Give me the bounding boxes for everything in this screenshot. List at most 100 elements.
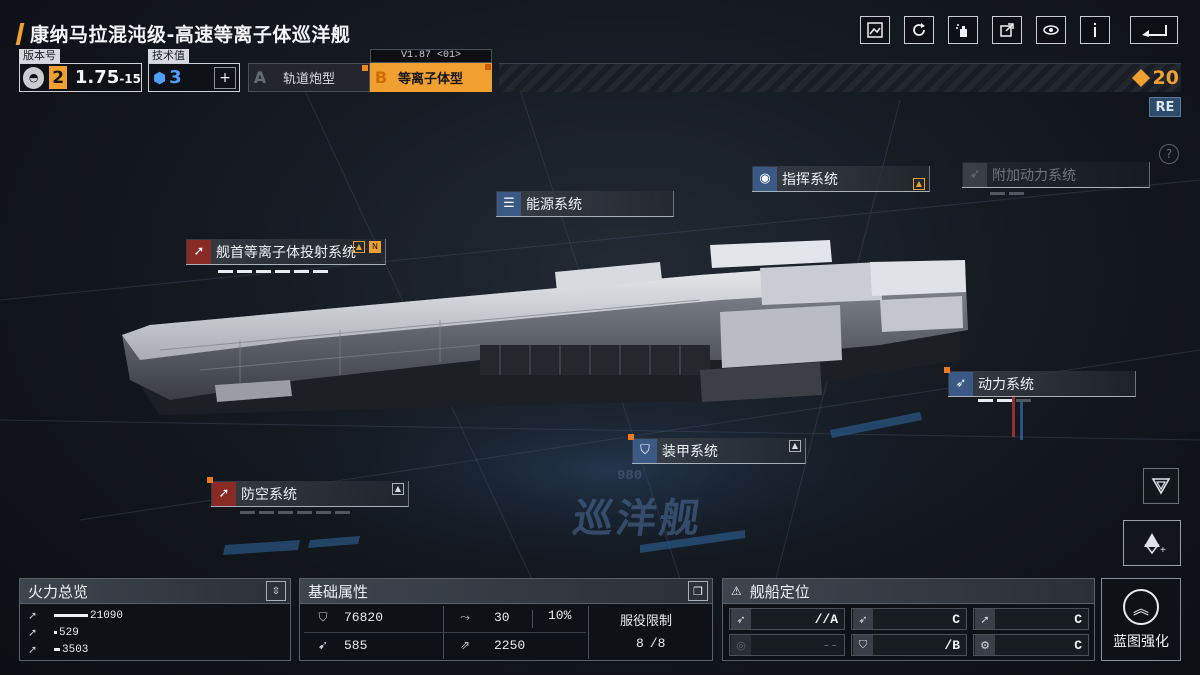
positioning-grid: ➶//A ◎ -- ➶ C ⛉/B ➚ C ⚙ C [723, 604, 1094, 661]
system-air-defense-label: 防空系统 [241, 486, 297, 503]
refresh-icon[interactable] [904, 16, 934, 44]
variant-b-version-tag: V1.87 <01> [370, 49, 492, 63]
formation-icon[interactable] [1143, 468, 1179, 504]
gear-icon: ⚙ [975, 635, 995, 655]
help-icon[interactable]: ? [1159, 144, 1179, 164]
fleet-upgrade-icon[interactable]: + [1123, 520, 1181, 566]
tech-box: ⬢ 3 + [148, 63, 240, 92]
missile-icon: ➚ [28, 643, 38, 656]
variant-a-marker [362, 65, 368, 71]
paint-spray-icon[interactable] [948, 16, 978, 44]
shield-icon: ⛉ [633, 438, 657, 463]
version-value: 1.75-15 [75, 67, 141, 88]
positioning-grade: C [952, 611, 960, 627]
positioning-cell[interactable]: ➚ C [973, 608, 1089, 630]
evasion-pct-value: 10% [548, 608, 572, 623]
attributes-panel: 基础属性 ❐ ⛉ 76820 ➹ 585 ⤳ 30 10% ⇗ 2250 服役限… [299, 578, 713, 661]
firepower-value: 21090 [90, 609, 124, 622]
positioning-cell[interactable]: ⛉ /B [851, 634, 967, 656]
variant-b-letter: B [374, 68, 388, 87]
strike-icon: ➶ [731, 609, 751, 629]
firepower-value: 3503 [62, 643, 89, 656]
evasion-stat: ⤳ 30 [456, 608, 510, 626]
firepower-rows: ➚ 21090 ➚ 529 ➚ 3503 [20, 604, 290, 658]
version-main: 1.75 [74, 67, 120, 88]
view-eye-icon[interactable] [1036, 16, 1066, 44]
system-aux-power[interactable]: ➶ 附加动力系统 [962, 162, 1150, 188]
hp-value: 76820 [344, 609, 384, 625]
divider [304, 632, 586, 633]
re-badge[interactable]: RE [1149, 97, 1181, 117]
tech-add-button[interactable]: + [214, 66, 236, 89]
new-badge-icon: N [369, 241, 381, 253]
evasion-icon: ⤳ [460, 609, 470, 624]
version-number: 2 [49, 66, 67, 89]
service-limit-label: 服役限制 [620, 610, 672, 629]
positioning-title: 舰船定位 [749, 582, 810, 601]
positioning-grade: /B [944, 637, 960, 653]
system-energy[interactable]: ☰ 能源系统 [496, 191, 674, 217]
missile-icon: ➚ [28, 626, 38, 639]
chevron-up-icon: ︽ [1123, 588, 1159, 625]
upgrade-badge-icon: ▲ [789, 440, 801, 452]
positioning-grade: C [1074, 611, 1082, 627]
currency-value: 20 [1152, 67, 1179, 89]
variant-a-tab[interactable]: A 轨道炮型 [248, 63, 370, 92]
back-icon[interactable] [1130, 16, 1178, 44]
gallery-icon[interactable] [860, 16, 890, 44]
firepower-header: 火力总览 ⇳ [20, 579, 290, 604]
system-command-label: 指挥系统 [782, 171, 838, 188]
system-power[interactable]: ➶ 动力系统 [944, 367, 1136, 397]
evasion-value: 30 [494, 609, 510, 625]
engine-icon: ➶ [963, 162, 987, 187]
blueprint-enhance-button[interactable]: ︽ 蓝图强化 [1101, 578, 1181, 661]
detail-window-icon[interactable]: ❐ [688, 581, 708, 601]
system-aux-power-label: 附加动力系统 [992, 167, 1076, 184]
air-defense-slots [240, 511, 350, 514]
version-label: 版本号 [19, 49, 60, 63]
positioning-cell[interactable]: ⚙ C [973, 634, 1089, 656]
positioning-warning-icon: ⚠ [731, 584, 742, 598]
bow-plasma-slots [218, 270, 328, 273]
info-icon[interactable] [1080, 16, 1110, 44]
ship-title-bar: 康纳马拉混沌级-高速等离子体巡洋舰 [15, 20, 350, 47]
system-armor[interactable]: ⛉ 装甲系统 ▲ [628, 434, 806, 464]
firepower-bar [54, 631, 57, 634]
system-power-label: 动力系统 [978, 376, 1034, 393]
positioning-grade: C [1074, 637, 1082, 653]
version-box: ◓ 2 1.75-15 [19, 63, 142, 92]
positioning-cell[interactable]: ➶ //A [729, 608, 845, 630]
radar-icon: ◉ [753, 166, 777, 191]
alert-dot [207, 477, 213, 483]
attributes-title: 基础属性 [308, 582, 369, 601]
system-bow-plasma-label: 舰首等离子体投射系统 [216, 244, 356, 261]
ship-viewport [0, 79, 1200, 641]
system-command[interactable]: ◉ 指挥系统 ▲ [752, 166, 930, 192]
game-screen: 康纳马拉混沌级-高速等离子体巡洋舰 版本号 ◓ 2 1.75-15 技术值 ⬢ … [0, 0, 1200, 675]
positioning-cell[interactable]: ◎ -- [729, 634, 845, 656]
strike-icon: ➶ [853, 609, 873, 629]
antiair-icon: ➚ [975, 609, 995, 629]
missile-icon: ➚ [187, 239, 211, 264]
tech-value: 3 [169, 67, 182, 88]
tech-hex-icon: ⬢ [153, 68, 167, 87]
svg-text:+: + [1160, 545, 1166, 555]
speed-icon: ⇗ [459, 638, 471, 652]
system-air-defense[interactable]: ➚ 防空系统 ▲ [207, 477, 409, 507]
positioning-cell[interactable]: ➶ C [851, 608, 967, 630]
expand-toggle-icon[interactable]: ⇳ [266, 581, 286, 601]
power-slots [978, 399, 1031, 402]
upgrade-badge-icon: ▲ [392, 483, 404, 495]
firepower-title: 火力总览 [28, 582, 89, 601]
upgrade-badge-icon: ▲ [353, 241, 365, 253]
attributes-header: 基础属性 ❐ [300, 579, 712, 604]
hull-number: 980 [617, 468, 643, 484]
armor-value: 585 [344, 637, 368, 653]
share-icon[interactable] [992, 16, 1022, 44]
system-bow-plasma[interactable]: ➚ 舰首等离子体投射系统 ▲ N [186, 239, 386, 265]
target-icon: ◎ [731, 635, 751, 655]
list-icon: ☰ [497, 191, 521, 216]
variant-b-tab[interactable]: B 等离子体型 [370, 63, 492, 92]
service-max: /8 [649, 636, 666, 651]
attributes-grid: ⛉ 76820 ➹ 585 ⤳ 30 10% ⇗ 2250 服役限制 8 /8 [300, 604, 712, 661]
